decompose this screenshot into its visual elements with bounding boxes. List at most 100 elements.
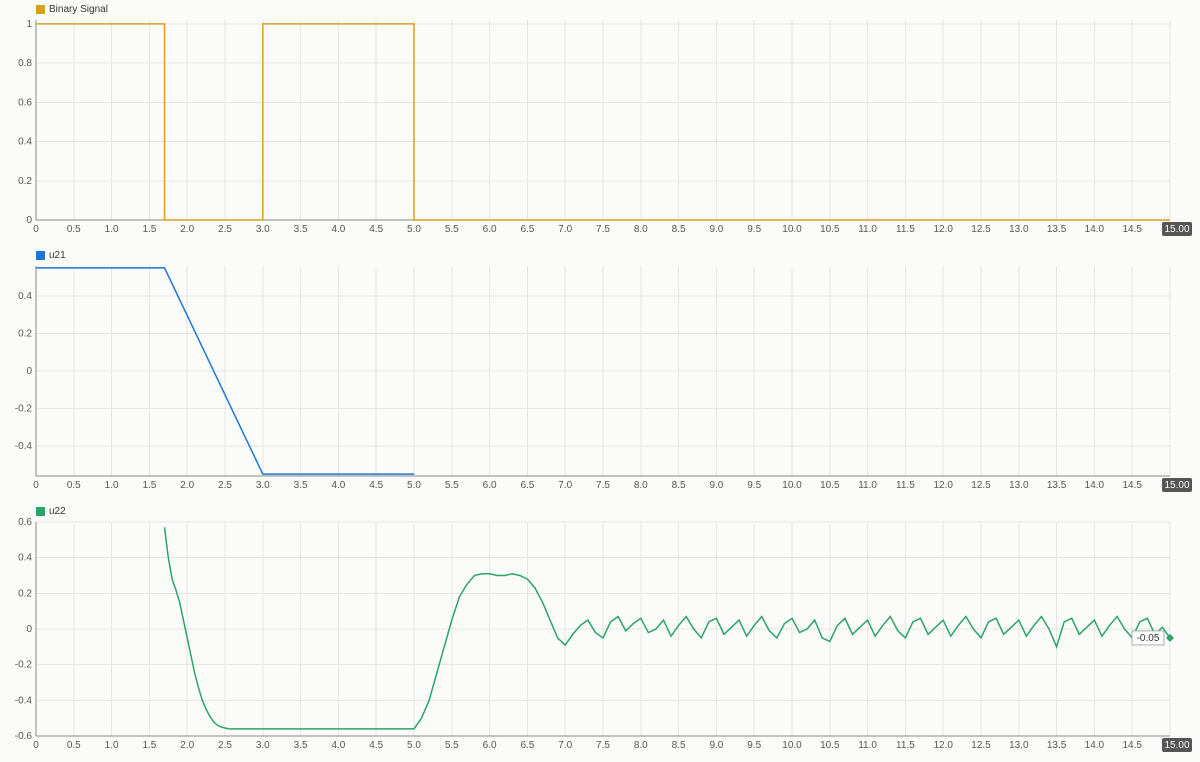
svg-text:12.0: 12.0 bbox=[933, 480, 953, 491]
svg-text:6.0: 6.0 bbox=[483, 480, 497, 491]
svg-text:14.5: 14.5 bbox=[1122, 740, 1142, 751]
svg-text:7.5: 7.5 bbox=[596, 224, 610, 235]
svg-text:0: 0 bbox=[26, 215, 32, 226]
legend-label: u21 bbox=[49, 250, 66, 261]
svg-text:8.0: 8.0 bbox=[634, 740, 648, 751]
svg-text:13.5: 13.5 bbox=[1047, 480, 1067, 491]
svg-text:8.0: 8.0 bbox=[634, 224, 648, 235]
svg-text:6.5: 6.5 bbox=[520, 224, 534, 235]
svg-text:0.8: 0.8 bbox=[18, 58, 32, 69]
svg-text:-0.4: -0.4 bbox=[15, 441, 33, 452]
svg-text:3.5: 3.5 bbox=[294, 224, 308, 235]
svg-text:1.5: 1.5 bbox=[142, 224, 156, 235]
svg-text:11.0: 11.0 bbox=[858, 224, 877, 235]
svg-text:8.0: 8.0 bbox=[634, 480, 648, 491]
svg-text:5.5: 5.5 bbox=[445, 224, 459, 235]
svg-text:2.5: 2.5 bbox=[218, 740, 232, 751]
svg-text:14.0: 14.0 bbox=[1085, 480, 1105, 491]
svg-text:2.5: 2.5 bbox=[218, 224, 232, 235]
svg-text:8.5: 8.5 bbox=[672, 740, 686, 751]
legend-swatch bbox=[36, 507, 45, 516]
svg-text:6.5: 6.5 bbox=[520, 740, 534, 751]
svg-text:8.5: 8.5 bbox=[672, 224, 686, 235]
legend-swatch bbox=[36, 251, 45, 260]
svg-text:14.5: 14.5 bbox=[1122, 224, 1142, 235]
svg-text:14.0: 14.0 bbox=[1085, 740, 1105, 751]
svg-text:3.5: 3.5 bbox=[294, 740, 308, 751]
svg-text:2.0: 2.0 bbox=[180, 740, 194, 751]
svg-text:0: 0 bbox=[33, 740, 39, 751]
svg-text:10.0: 10.0 bbox=[782, 480, 802, 491]
svg-text:3.0: 3.0 bbox=[256, 224, 270, 235]
svg-text:6.5: 6.5 bbox=[520, 480, 534, 491]
svg-text:1.0: 1.0 bbox=[105, 480, 119, 491]
svg-text:0.4: 0.4 bbox=[18, 553, 32, 564]
svg-text:11.0: 11.0 bbox=[858, 740, 877, 751]
svg-text:-0.2: -0.2 bbox=[15, 404, 33, 415]
svg-text:0.6: 0.6 bbox=[18, 517, 32, 528]
svg-text:9.5: 9.5 bbox=[747, 480, 761, 491]
svg-text:3.0: 3.0 bbox=[256, 740, 270, 751]
svg-text:12.5: 12.5 bbox=[971, 480, 991, 491]
svg-text:0.5: 0.5 bbox=[67, 480, 81, 491]
legend-label: Binary Signal bbox=[49, 4, 108, 15]
svg-text:3.5: 3.5 bbox=[294, 480, 308, 491]
svg-text:0.6: 0.6 bbox=[18, 97, 32, 108]
svg-text:15.00: 15.00 bbox=[1164, 740, 1189, 751]
svg-text:5.5: 5.5 bbox=[445, 740, 459, 751]
svg-text:0: 0 bbox=[26, 624, 32, 635]
svg-text:0.2: 0.2 bbox=[18, 329, 32, 340]
svg-text:13.5: 13.5 bbox=[1047, 740, 1067, 751]
legend: Binary Signal bbox=[36, 4, 108, 15]
svg-text:4.0: 4.0 bbox=[331, 480, 345, 491]
svg-text:10.0: 10.0 bbox=[782, 224, 802, 235]
svg-text:2.5: 2.5 bbox=[218, 480, 232, 491]
legend-label: u22 bbox=[49, 506, 66, 517]
svg-text:4.5: 4.5 bbox=[369, 224, 383, 235]
svg-text:9.0: 9.0 bbox=[709, 480, 723, 491]
svg-text:12.0: 12.0 bbox=[933, 224, 953, 235]
svg-text:1.5: 1.5 bbox=[142, 740, 156, 751]
chart-u21[interactable]: u21 -0.4-0.200.20.400.51.01.52.02.53.03.… bbox=[6, 250, 1194, 496]
legend: u22 bbox=[36, 506, 66, 517]
svg-text:0.5: 0.5 bbox=[67, 740, 81, 751]
svg-text:6.0: 6.0 bbox=[483, 740, 497, 751]
svg-text:-0.2: -0.2 bbox=[15, 660, 33, 671]
svg-text:1.0: 1.0 bbox=[105, 740, 119, 751]
svg-text:5.0: 5.0 bbox=[407, 740, 421, 751]
svg-text:0.4: 0.4 bbox=[18, 137, 32, 148]
svg-text:4.5: 4.5 bbox=[369, 740, 383, 751]
svg-text:0.2: 0.2 bbox=[18, 176, 32, 187]
scope-container: { "layout": { "width": 1188, "left_pad":… bbox=[0, 0, 1200, 762]
legend: u21 bbox=[36, 250, 66, 261]
svg-text:12.5: 12.5 bbox=[971, 224, 991, 235]
svg-text:7.0: 7.0 bbox=[558, 740, 572, 751]
svg-text:9.5: 9.5 bbox=[747, 740, 761, 751]
svg-text:4.5: 4.5 bbox=[369, 480, 383, 491]
svg-text:15.00: 15.00 bbox=[1164, 224, 1189, 235]
svg-text:14.0: 14.0 bbox=[1085, 224, 1105, 235]
svg-text:6.0: 6.0 bbox=[483, 224, 497, 235]
svg-text:11.5: 11.5 bbox=[896, 224, 915, 235]
svg-text:-0.4: -0.4 bbox=[15, 695, 33, 706]
svg-text:10.5: 10.5 bbox=[820, 224, 840, 235]
svg-text:14.5: 14.5 bbox=[1122, 480, 1142, 491]
svg-text:-0.6: -0.6 bbox=[15, 731, 33, 742]
svg-text:0.5: 0.5 bbox=[67, 224, 81, 235]
svg-text:10.5: 10.5 bbox=[820, 480, 840, 491]
svg-text:1: 1 bbox=[26, 19, 32, 30]
svg-text:0.2: 0.2 bbox=[18, 588, 32, 599]
svg-text:13.0: 13.0 bbox=[1009, 480, 1029, 491]
svg-text:1.5: 1.5 bbox=[142, 480, 156, 491]
svg-text:10.0: 10.0 bbox=[782, 740, 802, 751]
svg-text:4.0: 4.0 bbox=[331, 224, 345, 235]
svg-text:12.5: 12.5 bbox=[971, 740, 991, 751]
chart-binary-signal[interactable]: Binary Signal 00.20.40.60.8100.51.01.52.… bbox=[6, 4, 1194, 240]
svg-text:7.0: 7.0 bbox=[558, 224, 572, 235]
svg-text:1.0: 1.0 bbox=[105, 224, 119, 235]
legend-swatch bbox=[36, 5, 45, 14]
svg-text:7.5: 7.5 bbox=[596, 740, 610, 751]
svg-text:0: 0 bbox=[33, 480, 39, 491]
svg-text:5.5: 5.5 bbox=[445, 480, 459, 491]
chart-u22[interactable]: u22 -0.6 -0.4 -0.2 0 0.2 0.4 0.6 0 0.5 1.0 1.5 2.0 2… bbox=[6, 506, 1194, 756]
